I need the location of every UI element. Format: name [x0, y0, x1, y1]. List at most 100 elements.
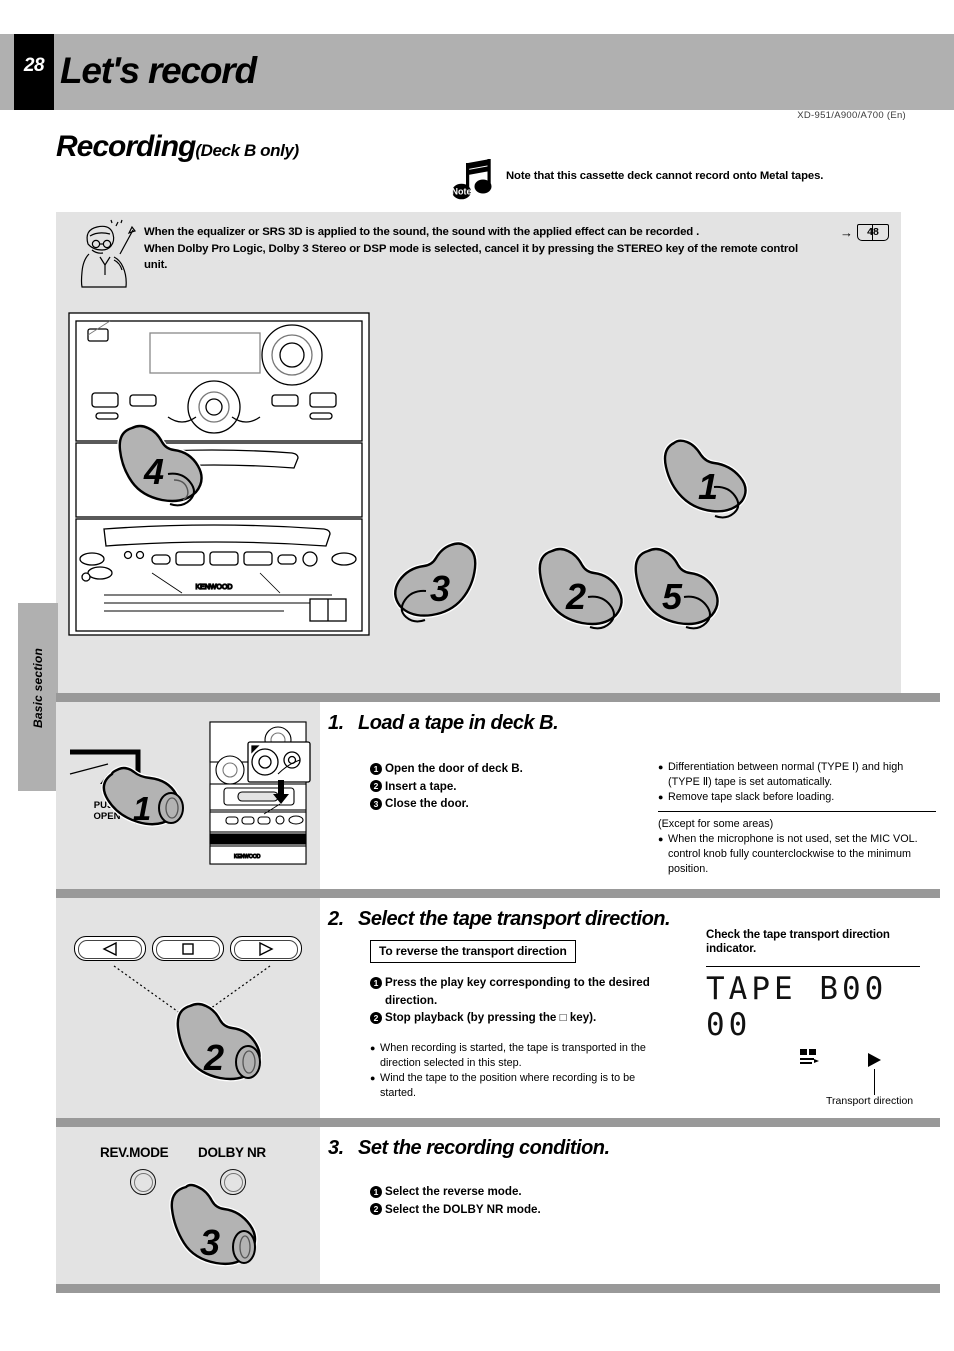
- transport-indicator-block: Check the tape transport direction indic…: [706, 928, 936, 1107]
- note-badge-text: Note: [452, 187, 472, 197]
- page-number: 28: [23, 55, 45, 76]
- callout-hand-3: 3: [169, 1182, 258, 1267]
- callout-hand-2: 2: [537, 546, 624, 630]
- step-2-numbered-list: 1 Press the play key corresponding to the…: [370, 974, 665, 1027]
- callout-number: 2: [203, 1037, 224, 1078]
- divider-rule: [658, 811, 936, 812]
- step-2-boxed-label-wrap: To reverse the transport direction: [370, 940, 576, 963]
- indicator-rule: [706, 966, 920, 967]
- section-heading: Recording(Deck B only): [56, 130, 299, 164]
- step-3: REV.MODE DOLBY NR 3 3. Set the recording …: [56, 1127, 940, 1284]
- notice-box: When the equalizer or SRS 3D is applied …: [56, 212, 901, 297]
- page-title: Let's record: [60, 50, 257, 91]
- list-item: 3 Close the door.: [370, 795, 650, 813]
- callout-number: 4: [143, 451, 164, 492]
- bottom-divider: [56, 1284, 940, 1293]
- bullet-number-2: 2: [370, 780, 382, 792]
- model-line: XD-951/A900/A700 (En): [797, 110, 906, 121]
- step-1-body: 1. Load a tape in deck B. 1 Open the door …: [328, 702, 940, 889]
- callout-hand-1: 1: [101, 765, 184, 827]
- step-2-title: 2. Select the tape transport direction.: [328, 908, 671, 930]
- boxed-label-reverse-direction: To reverse the transport direction: [370, 940, 576, 963]
- bullet-icon: ●: [658, 834, 664, 844]
- leader-line: [874, 1069, 876, 1095]
- bullet-number-3: 3: [370, 797, 382, 810]
- step-1-number: 1.: [328, 712, 344, 734]
- bullet-number-1: 1: [370, 762, 382, 775]
- notice-line-2: When Dolby Pro Logic, Dolby 3 Stereo or …: [144, 242, 798, 255]
- bullet-icon: ●: [370, 1073, 376, 1083]
- step-2: 2 2. Select the tape transport direction.…: [56, 898, 940, 1118]
- step-3-numbered-list: 1 Select the reverse mode. 2 Select the DO…: [370, 1183, 670, 1218]
- list-item: ● When the microphone is not used, set th…: [658, 833, 918, 875]
- list-item: ● Remove tape slack before loading.: [658, 791, 835, 803]
- bullet-number-2: 2: [370, 1203, 382, 1215]
- transport-direction-arrow-icon: [868, 1053, 881, 1067]
- callout-number: 3: [430, 568, 450, 609]
- callout-hand-5: 5: [633, 546, 720, 630]
- knob-label-dolby-nr: DOLBY NR: [198, 1145, 266, 1160]
- step-1-title: 1. Load a tape in deck B.: [328, 712, 559, 734]
- list-item: 2 Insert a tape.: [370, 778, 650, 796]
- bullet-number-2: 2: [370, 1011, 382, 1024]
- step-2-body: 2. Select the tape transport direction. T…: [328, 898, 940, 1118]
- step-1-notes: ● Differentiation between normal (TYPE Ⅰ)…: [658, 760, 936, 877]
- system-brand-label: KENWOOD: [196, 584, 233, 591]
- bullet-number-1: 1: [370, 976, 382, 989]
- callout-hand-2: 2: [175, 1001, 262, 1082]
- list-item: 1 Select the reverse mode.: [370, 1183, 670, 1201]
- system-illustration-panel: KENWOOD 4 1 3 2 5: [56, 297, 901, 697]
- step-1-illustration: PUSH OPEN 1 KENWOOD: [56, 702, 320, 889]
- reverse-mode-indicator-icon: [800, 1049, 819, 1064]
- notice-text: When the equalizer or SRS 3D is applied …: [144, 224, 864, 274]
- step-3-number: 3.: [328, 1137, 344, 1159]
- arrow-right-icon: →: [840, 225, 853, 240]
- knob-label-rev-mode: REV.MODE: [100, 1145, 169, 1160]
- divider-2: [56, 889, 940, 898]
- indicator-heading: Check the tape transport direction indic…: [706, 929, 890, 955]
- bullet-icon: ●: [658, 762, 664, 772]
- bullet-number-1: 1: [370, 1185, 382, 1198]
- step-2-notes: ● When recording is started, the tape is …: [370, 1041, 660, 1101]
- step-3-body: 3. Set the recording condition. 1 Select t…: [328, 1127, 940, 1284]
- callout-hand-4: 4: [117, 423, 204, 507]
- list-item: 1 Open the door of deck B.: [370, 760, 650, 778]
- rev-mode-knob[interactable]: [130, 1169, 156, 1195]
- professor-icon: [76, 219, 138, 288]
- list-item: ● When recording is started, the tape is …: [370, 1042, 646, 1069]
- callout-number: 5: [662, 576, 683, 617]
- step-3-title: 3. Set the recording condition.: [328, 1137, 610, 1159]
- bullet-icon: ●: [370, 1043, 376, 1053]
- callout-number: 1: [698, 466, 718, 507]
- step-1-numbered-list: 1 Open the door of deck B. 2 Insert a tape…: [370, 760, 650, 813]
- step-3-illustration: REV.MODE DOLBY NR 3: [56, 1127, 320, 1284]
- list-item: ● Differentiation between normal (TYPE Ⅰ)…: [658, 761, 904, 788]
- callout-number: 3: [200, 1222, 220, 1263]
- section-heading-sub: (Deck B only): [195, 141, 299, 160]
- book-icon: 48: [857, 224, 889, 241]
- note-text: Note that this cassette deck cannot reco…: [506, 170, 824, 182]
- list-item: 1 Press the play key corresponding to the…: [370, 974, 665, 1009]
- callout-number: 1: [133, 790, 151, 827]
- music-note-icon: Note: [452, 158, 498, 203]
- step-1: PUSH OPEN 1 KENWOOD 1. Load a tape in de…: [56, 702, 940, 889]
- list-item: 2 Select the DOLBY NR mode.: [370, 1201, 670, 1219]
- deck-brand-label: KENWOOD: [234, 854, 261, 860]
- reference-page-number: 48: [867, 226, 879, 238]
- bullet-icon: ●: [658, 792, 664, 802]
- step-1-note-head: (Except for some areas): [658, 818, 774, 830]
- callout-hand-3: 3: [392, 541, 478, 623]
- transport-direction-caption: Transport direction: [826, 1095, 914, 1107]
- page-reference: → 48: [840, 224, 889, 241]
- deck-b-loading-illustration: KENWOOD: [209, 721, 311, 865]
- side-tab-basic-section: Basic section: [18, 603, 58, 791]
- divider-1: [56, 693, 940, 702]
- side-tab-label: Basic section: [31, 648, 45, 728]
- list-item: 2 Stop playback (by pressing the □ key).: [370, 1009, 665, 1027]
- notice-line-1: When the equalizer or SRS 3D is applied …: [144, 226, 700, 238]
- callout-hand-1: 1: [662, 438, 748, 519]
- list-item: ● Wind the tape to the position where rec…: [370, 1072, 636, 1099]
- notice-line-3: unit.: [144, 259, 168, 271]
- tape-display: TAPE B00 00: [706, 971, 888, 1043]
- step-2-number: 2.: [328, 908, 344, 930]
